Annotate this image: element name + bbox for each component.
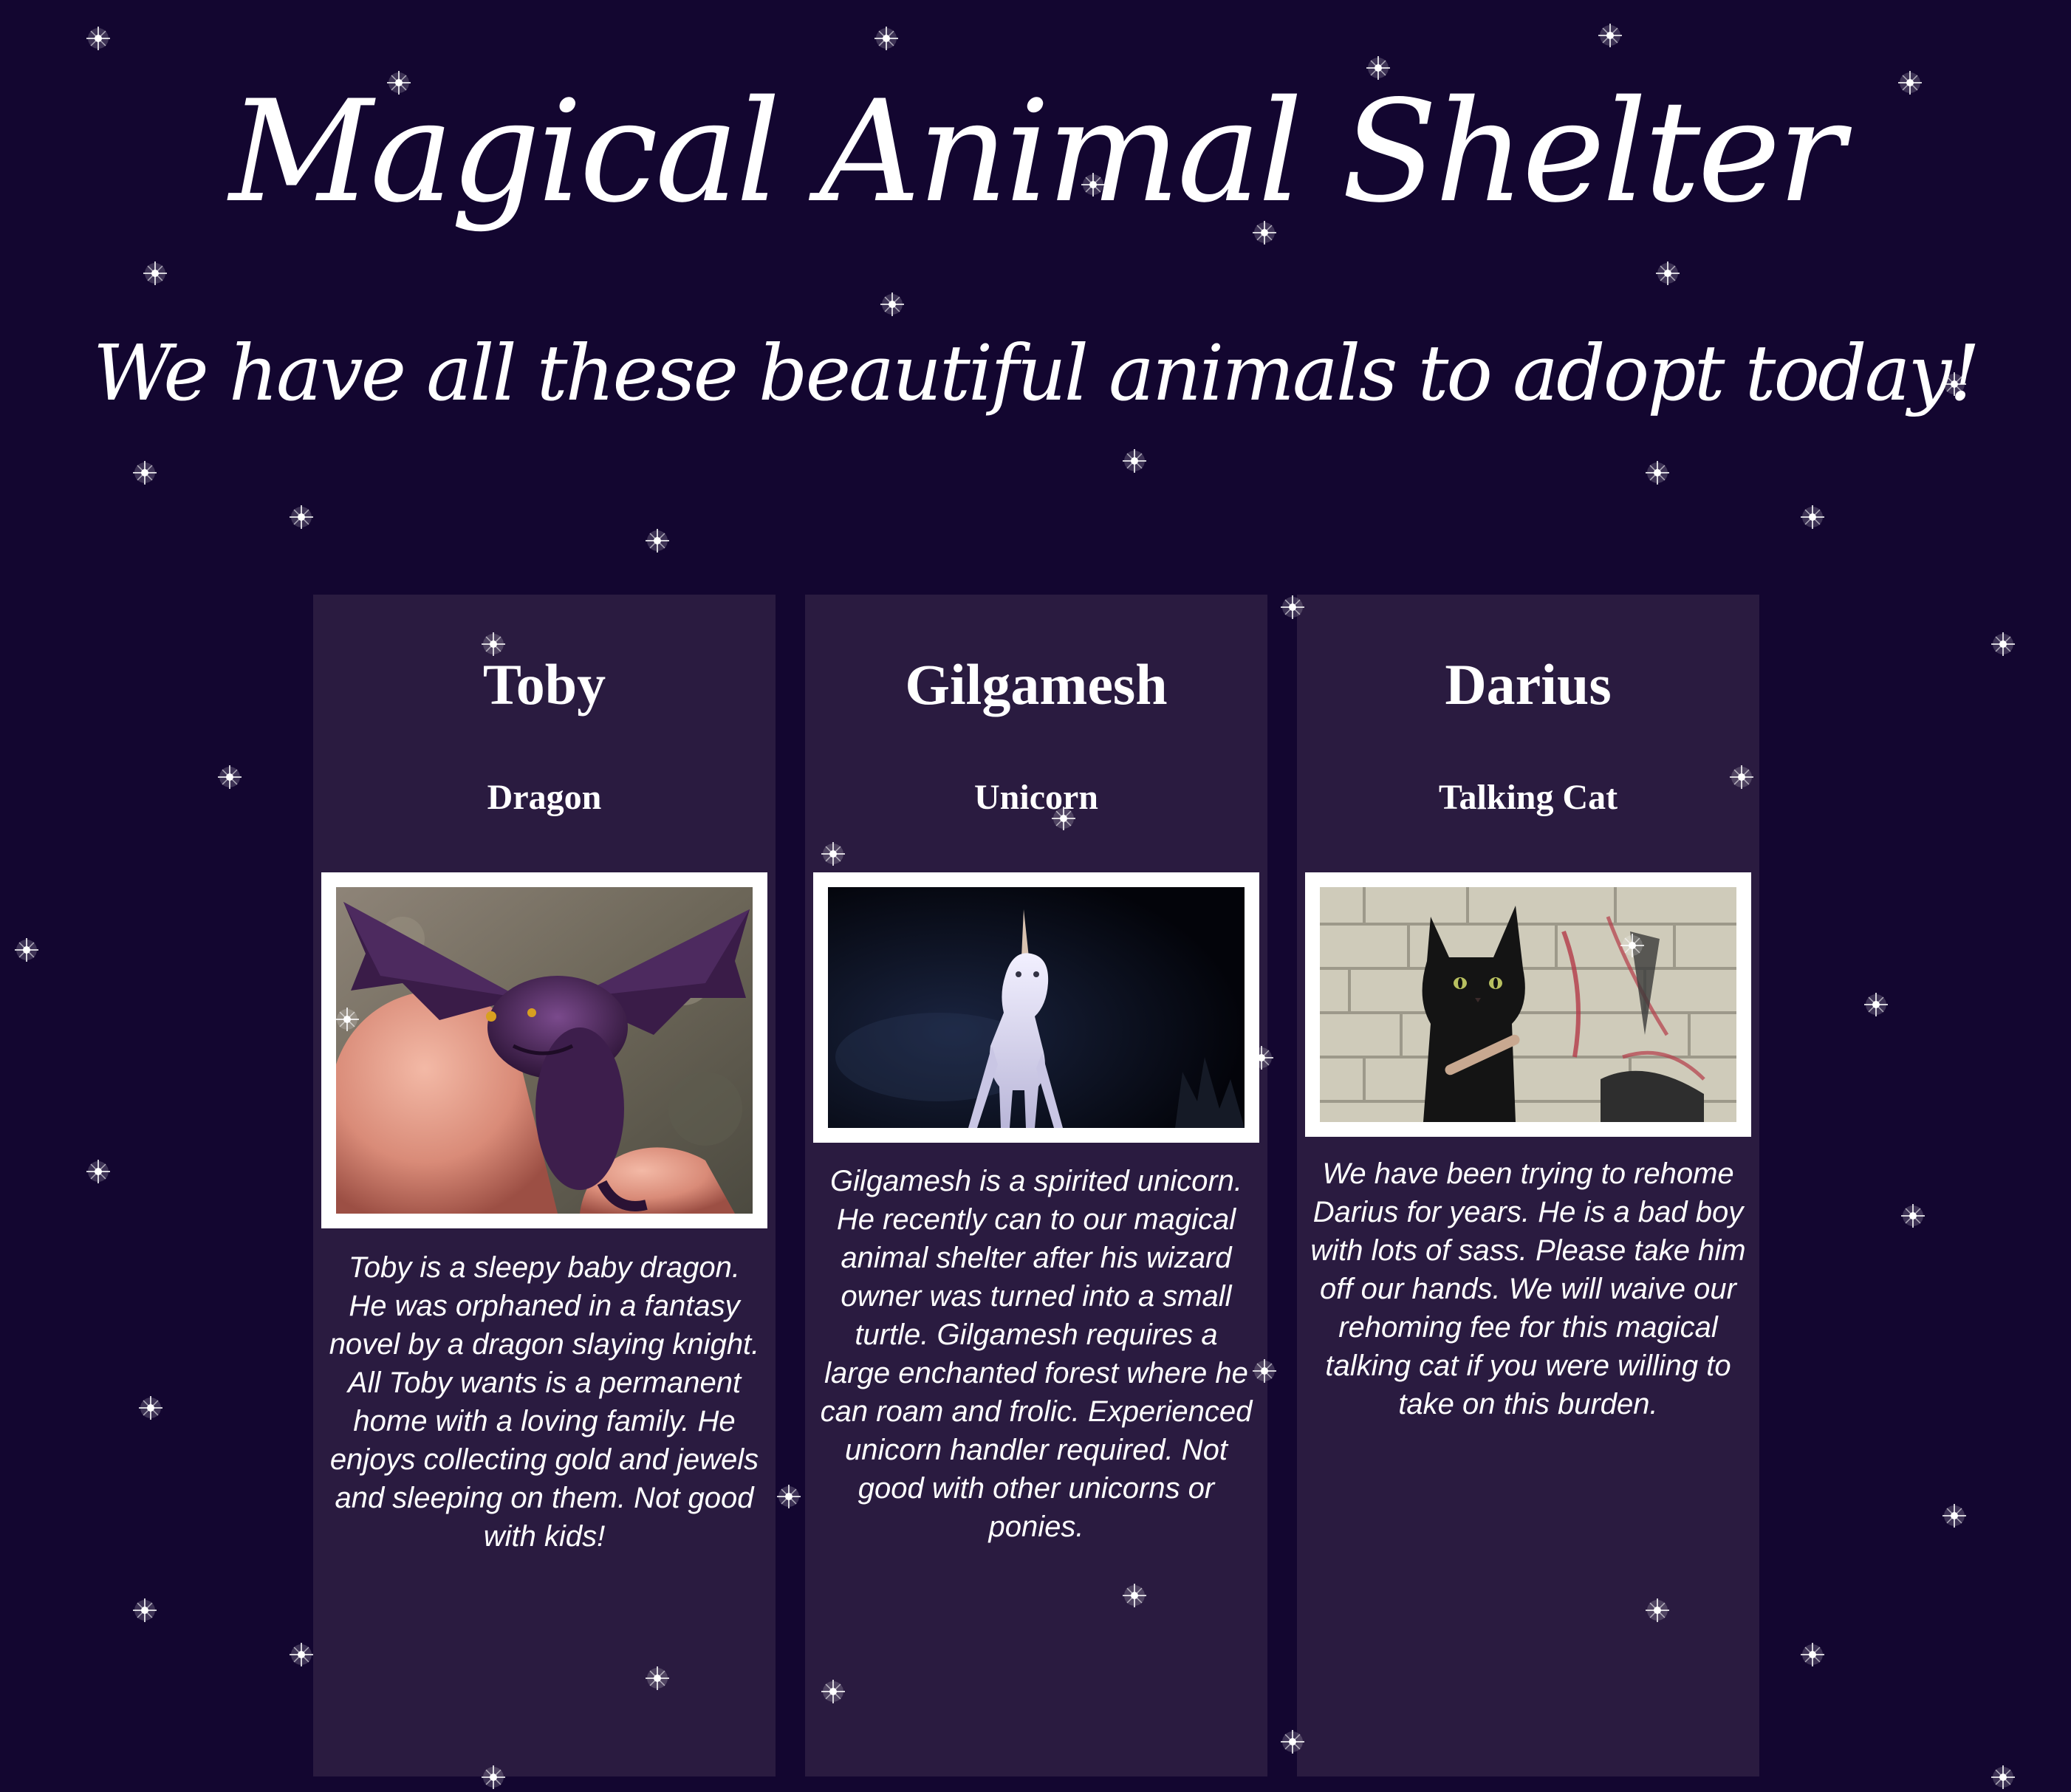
animal-card-darius: Darius Talking Cat We have been trying t… (1297, 595, 1759, 1776)
animal-card-gilgamesh: Gilgamesh Unicorn Gilgamesh is a spirite… (805, 595, 1267, 1776)
animal-description: Gilgamesh is a spirited unicorn. He rece… (820, 1165, 1253, 1543)
animal-species: Dragon (487, 778, 602, 817)
animal-species: Talking Cat (1438, 778, 1618, 817)
dragon-photo (321, 872, 767, 1228)
page-subtitle: We have all these beautiful animals to a… (92, 328, 1980, 418)
unicorn-photo (813, 872, 1259, 1143)
animal-name: Toby (482, 652, 606, 717)
animal-name: Darius (1445, 652, 1612, 717)
animal-card-toby: Toby Dragon Toby is a sleepy baby dragon… (313, 595, 776, 1776)
animal-species: Unicorn (974, 778, 1098, 817)
animal-description: Toby is a sleepy baby dragon. He was orp… (329, 1251, 760, 1553)
animal-description: We have been trying to rehome Darius for… (1310, 1157, 1746, 1420)
cat-photo (1305, 872, 1751, 1137)
animal-cards: Toby Dragon Toby is a sleepy baby dragon… (0, 0, 2071, 1792)
page-title: Magical Animal Shelter (229, 70, 1844, 233)
animal-name: Gilgamesh (905, 652, 1168, 717)
